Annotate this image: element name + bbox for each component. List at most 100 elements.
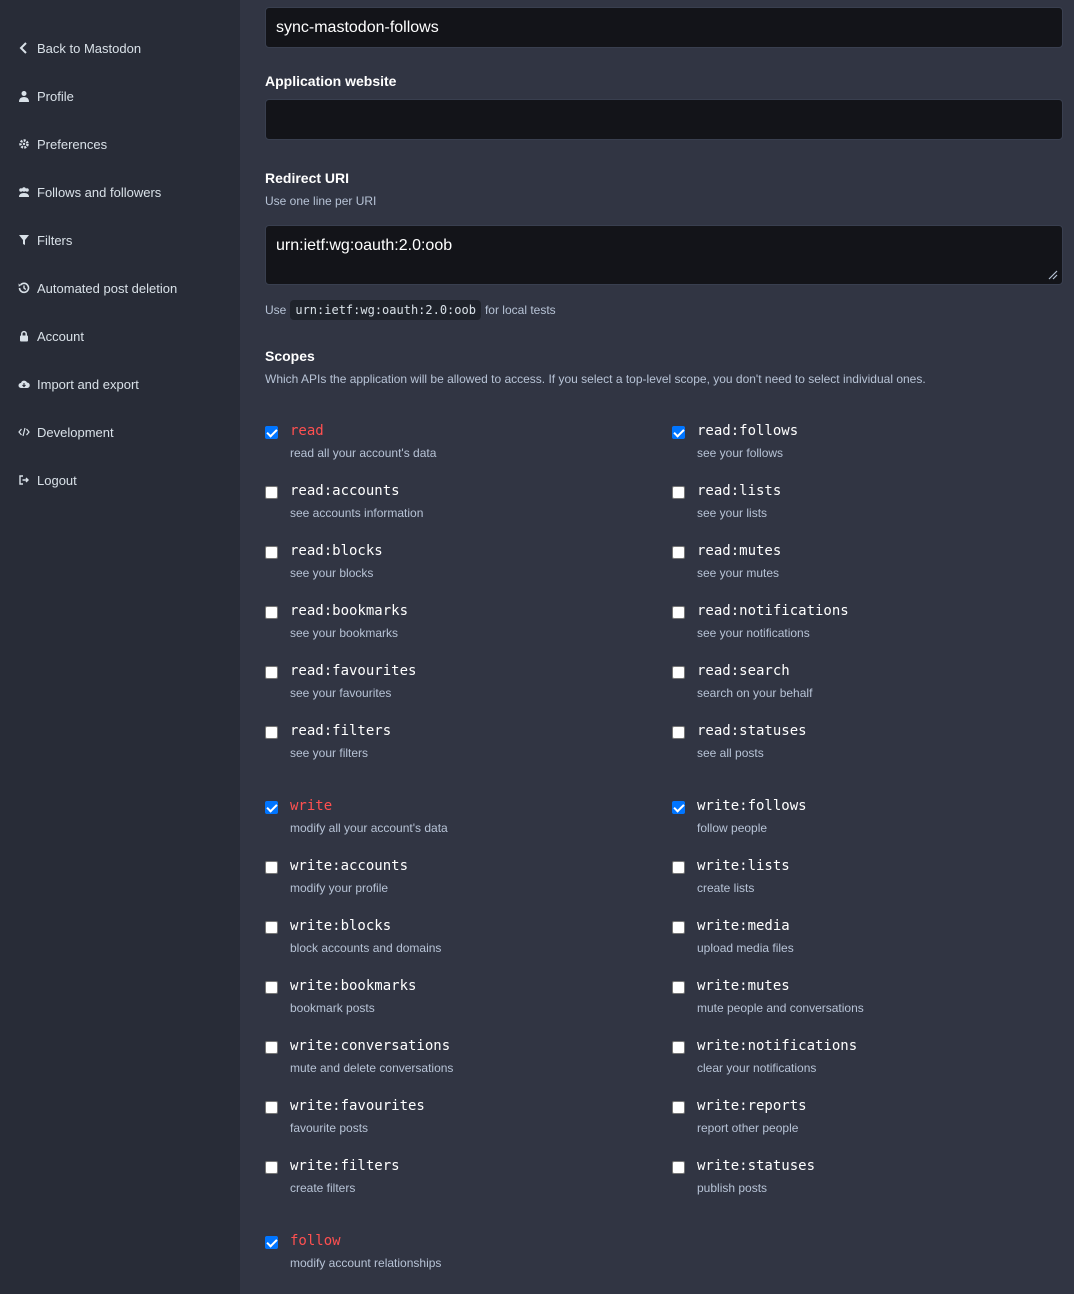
scope-name[interactable]: read:search	[697, 663, 790, 679]
scope-description: create lists	[697, 881, 755, 895]
scope-checkbox[interactable]	[265, 1041, 278, 1054]
scope-name[interactable]: write:favourites	[290, 1098, 425, 1114]
scope-description: see accounts information	[290, 506, 424, 520]
scope-name[interactable]: write:lists	[697, 858, 790, 874]
sidebar-item-account[interactable]: Account	[17, 326, 84, 346]
sidebar-item-label: Back to Mastodon	[37, 40, 142, 56]
scope-description: see your blocks	[290, 566, 374, 580]
scope-name[interactable]: write:accounts	[290, 858, 408, 874]
scope-checkbox[interactable]	[672, 981, 685, 994]
scope-checkbox[interactable]	[265, 981, 278, 994]
local-hint-prefix: Use	[265, 303, 287, 317]
scope-checkbox[interactable]	[672, 426, 685, 439]
sidebar-item-development[interactable]: Development	[17, 422, 114, 442]
website-input[interactable]	[265, 99, 1063, 140]
redirect-uri-value: urn:ietf:wg:oauth:2.0:oob	[276, 237, 453, 254]
scope-name[interactable]: read:lists	[697, 483, 781, 499]
scope-name[interactable]: read:favourites	[290, 663, 416, 679]
sidebar-item-label: Filters	[37, 232, 73, 248]
scope-name[interactable]: write	[290, 798, 332, 814]
scope-checkbox[interactable]	[672, 486, 685, 499]
scope-description: follow people	[697, 821, 768, 835]
scope-checkbox[interactable]	[672, 1161, 685, 1174]
filter-icon	[17, 233, 31, 247]
lock-icon	[17, 329, 31, 343]
scope-description: see your mutes	[697, 566, 780, 580]
scope-checkbox[interactable]	[265, 426, 278, 439]
scope-name[interactable]: write:follows	[697, 798, 807, 814]
scope-name[interactable]: write:blocks	[290, 918, 391, 934]
scope-name[interactable]: read:bookmarks	[290, 603, 408, 619]
scope-name[interactable]: read:filters	[290, 723, 391, 739]
scope-checkbox[interactable]	[672, 861, 685, 874]
scope-name[interactable]: read:accounts	[290, 483, 400, 499]
scope-name[interactable]: read:blocks	[290, 543, 383, 559]
sidebar-item-back[interactable]: Back to Mastodon	[17, 38, 141, 58]
sidebar-item-filters[interactable]: Filters	[17, 230, 72, 250]
scope-name[interactable]: write:notifications	[697, 1038, 857, 1054]
scope-name[interactable]: write:conversations	[290, 1038, 450, 1054]
scope-description: read all your account's data	[290, 446, 437, 460]
sidebar-item-import-export[interactable]: Import and export	[17, 374, 139, 394]
redirect-uri-hint: Use one line per URI	[265, 194, 377, 208]
scope-checkbox[interactable]	[265, 861, 278, 874]
scope-name[interactable]: write:filters	[290, 1158, 400, 1174]
scope-description: mute people and conversations	[697, 1001, 864, 1015]
scope-checkbox[interactable]	[265, 1161, 278, 1174]
scope-name[interactable]: write:media	[697, 918, 790, 934]
scope-description: see all posts	[697, 746, 764, 760]
scope-checkbox[interactable]	[672, 921, 685, 934]
scope-description: upload media files	[697, 941, 794, 955]
sidebar-item-label: Follows and followers	[37, 184, 162, 200]
scope-checkbox[interactable]	[265, 1101, 278, 1114]
sidebar-item-label: Development	[37, 424, 114, 440]
scope-name[interactable]: write:mutes	[697, 978, 790, 994]
sidebar-item-label: Logout	[37, 472, 77, 488]
scope-description: favourite posts	[290, 1121, 369, 1135]
scope-checkbox[interactable]	[265, 801, 278, 814]
app-name-input[interactable]	[265, 7, 1063, 48]
scope-checkbox[interactable]	[672, 1041, 685, 1054]
scope-name[interactable]: read:follows	[697, 423, 798, 439]
scope-name[interactable]: read:mutes	[697, 543, 781, 559]
website-label: Application website	[265, 73, 397, 89]
scope-name[interactable]: write:reports	[697, 1098, 807, 1114]
scope-checkbox[interactable]	[672, 606, 685, 619]
sidebar: Back to Mastodon Profile Preferences Fol…	[0, 0, 240, 1294]
sidebar-item-follows[interactable]: Follows and followers	[17, 182, 161, 202]
sidebar-item-preferences[interactable]: Preferences	[17, 134, 107, 154]
local-tests-hint: Use urn:ietf:wg:oauth:2.0:oob for local …	[265, 300, 556, 320]
scope-description: modify your profile	[290, 881, 389, 895]
resize-handle-icon[interactable]	[1048, 270, 1058, 280]
sidebar-item-label: Automated post deletion	[37, 280, 178, 296]
scope-checkbox[interactable]	[265, 1236, 278, 1249]
sidebar-item-label: Import and export	[37, 376, 139, 392]
sidebar-item-post-deletion[interactable]: Automated post deletion	[17, 278, 177, 298]
scope-name[interactable]: write:bookmarks	[290, 978, 416, 994]
scope-name[interactable]: write:statuses	[697, 1158, 815, 1174]
scope-checkbox[interactable]	[265, 546, 278, 559]
sidebar-item-profile[interactable]: Profile	[17, 86, 74, 106]
scope-checkbox[interactable]	[265, 606, 278, 619]
scope-description: see your favourites	[290, 686, 392, 700]
scope-checkbox[interactable]	[672, 666, 685, 679]
scope-name[interactable]: follow	[290, 1233, 341, 1249]
redirect-uri-label: Redirect URI	[265, 170, 350, 186]
scope-checkbox[interactable]	[265, 921, 278, 934]
scope-checkbox[interactable]	[265, 666, 278, 679]
scope-checkbox[interactable]	[265, 486, 278, 499]
scope-checkbox[interactable]	[672, 801, 685, 814]
scope-checkbox[interactable]	[672, 1101, 685, 1114]
scope-checkbox[interactable]	[672, 546, 685, 559]
sidebar-item-logout[interactable]: Logout	[17, 470, 77, 490]
sidebar-item-label: Profile	[37, 88, 74, 104]
scope-description: clear your notifications	[697, 1061, 817, 1075]
scope-name[interactable]: read	[290, 423, 324, 439]
scope-name[interactable]: read:notifications	[697, 603, 849, 619]
scope-name[interactable]: read:statuses	[697, 723, 807, 739]
users-icon	[17, 185, 31, 199]
scope-checkbox[interactable]	[265, 726, 278, 739]
scope-description: create filters	[290, 1181, 356, 1195]
scope-checkbox[interactable]	[672, 726, 685, 739]
redirect-uri-textarea[interactable]: urn:ietf:wg:oauth:2.0:oob	[265, 225, 1063, 285]
